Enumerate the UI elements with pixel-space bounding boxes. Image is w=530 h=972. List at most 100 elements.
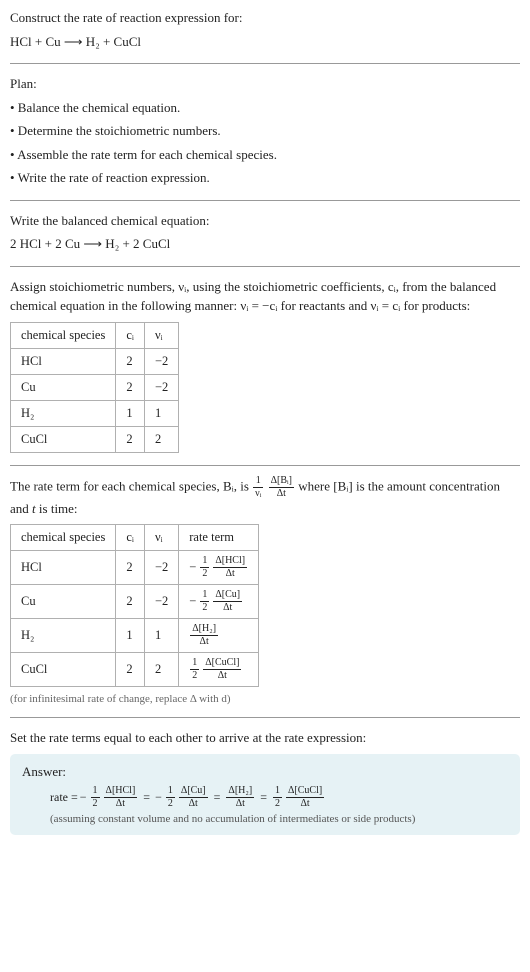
cell-ci: 2	[116, 374, 145, 400]
cell-ci: 2	[116, 653, 145, 687]
delta-frac: Δ[HCl] Δt	[104, 786, 138, 809]
frac-num: 1	[200, 590, 209, 602]
frac-num: Δ[Bᵢ]	[269, 476, 294, 488]
cell-species: CuCl	[11, 653, 116, 687]
frac-den: Δt	[286, 798, 324, 809]
frac-den: 2	[200, 568, 209, 579]
cell-vi: 1	[144, 619, 178, 653]
table-row: H₂ 1 1 Δ[H₂] Δt	[11, 619, 259, 653]
delta-frac: Δ[Cu] Δt	[213, 590, 242, 613]
col-ci: cᵢ	[116, 322, 145, 348]
frac-num: Δ[H₂]	[190, 624, 218, 636]
delta-frac: Δ[HCl] Δt	[213, 556, 247, 579]
frac-den: Δt	[269, 488, 294, 499]
header-section: Construct the rate of reaction expressio…	[10, 8, 520, 51]
frac-num: 1	[190, 658, 199, 670]
divider	[10, 200, 520, 201]
table-row: HCl 2 −2	[11, 348, 179, 374]
delta-frac: Δ[H₂] Δt	[190, 624, 218, 647]
cell-vi: −2	[144, 551, 178, 585]
cell-rateterm: 1 2 Δ[CuCl] Δt	[179, 653, 259, 687]
final-section: Set the rate terms equal to each other t…	[10, 728, 520, 835]
cell-ci: 2	[116, 426, 145, 452]
frac-num: Δ[HCl]	[213, 556, 247, 568]
coef-frac: 1 2	[200, 590, 209, 613]
plan-item: • Write the rate of reaction expression.	[10, 168, 520, 188]
table-header-row: chemical species cᵢ νᵢ rate term	[11, 525, 259, 551]
stoich-section: Assign stoichiometric numbers, νᵢ, using…	[10, 277, 520, 453]
plan-item: • Assemble the rate term for each chemic…	[10, 145, 520, 165]
coef-frac: 1 2	[200, 556, 209, 579]
frac-den: Δt	[213, 602, 242, 613]
table-row: HCl 2 −2 − 1 2 Δ[HCl] Δt	[11, 551, 259, 585]
answer-label: Answer:	[22, 764, 508, 780]
table-row: H₂ 1 1	[11, 400, 179, 426]
balanced-equation: 2 HCl + 2 Cu ⟶ H₂ + 2 CuCl	[10, 234, 520, 254]
rateterm-intro: The rate term for each chemical species,…	[10, 476, 520, 519]
rateterm-footnote: (for infinitesimal rate of change, repla…	[10, 693, 520, 705]
cell-vi: −2	[144, 585, 178, 619]
frac-num: 1	[200, 556, 209, 568]
plan-section: Plan: • Balance the chemical equation. •…	[10, 74, 520, 188]
divider	[10, 63, 520, 64]
coef-frac: 1 2	[190, 658, 199, 681]
col-vi: νᵢ	[144, 322, 178, 348]
answer-note: (assuming constant volume and no accumul…	[22, 813, 508, 825]
frac-den: Δt	[203, 670, 241, 681]
frac-num: Δ[CuCl]	[286, 786, 324, 798]
rateterm-table: chemical species cᵢ νᵢ rate term HCl 2 −…	[10, 524, 259, 687]
balanced-section: Write the balanced chemical equation: 2 …	[10, 211, 520, 254]
divider	[10, 717, 520, 718]
cell-rateterm: Δ[H₂] Δt	[179, 619, 259, 653]
frac-num: 1	[166, 786, 175, 798]
cell-species: HCl	[11, 551, 116, 585]
cell-ci: 1	[116, 619, 145, 653]
frac-den: Δt	[226, 798, 254, 809]
stoich-intro: Assign stoichiometric numbers, νᵢ, using…	[10, 277, 520, 316]
cell-rateterm: − 1 2 Δ[HCl] Δt	[179, 551, 259, 585]
answer-expression: rate = − 1 2 Δ[HCl] Δt = − 1 2 Δ[Cu] Δt …	[22, 786, 508, 809]
stoich-table: chemical species cᵢ νᵢ HCl 2 −2 Cu 2 −2 …	[10, 322, 179, 453]
frac-den: Δt	[104, 798, 138, 809]
cell-ci: 1	[116, 400, 145, 426]
negative-sign: −	[189, 560, 196, 575]
table-row: Cu 2 −2	[11, 374, 179, 400]
cell-rateterm: − 1 2 Δ[Cu] Δt	[179, 585, 259, 619]
cell-species: HCl	[11, 348, 116, 374]
intro-pre: The rate term for each chemical species,…	[10, 478, 252, 493]
frac-den: 2	[190, 670, 199, 681]
frac-num: 1	[253, 476, 263, 488]
cell-vi: 1	[144, 400, 178, 426]
table-row: CuCl 2 2 1 2 Δ[CuCl] Δt	[11, 653, 259, 687]
frac-num: Δ[HCl]	[104, 786, 138, 798]
balanced-title: Write the balanced chemical equation:	[10, 211, 520, 231]
final-title: Set the rate terms equal to each other t…	[10, 728, 520, 748]
cell-species: Cu	[11, 374, 116, 400]
intro-t: t	[32, 501, 36, 516]
intro-post: is time:	[39, 501, 78, 516]
frac-den: 2	[91, 798, 100, 809]
frac-den: Δt	[213, 568, 247, 579]
cell-vi: 2	[144, 653, 178, 687]
cell-vi: −2	[144, 374, 178, 400]
cell-ci: 2	[116, 585, 145, 619]
equals-sign: =	[214, 790, 221, 805]
col-species: chemical species	[11, 322, 116, 348]
coef-frac: 1 2	[91, 786, 100, 809]
frac-den: 2	[273, 798, 282, 809]
plan-item: • Determine the stoichiometric numbers.	[10, 121, 520, 141]
prompt-text: Construct the rate of reaction expressio…	[10, 8, 520, 28]
frac-num: 1	[91, 786, 100, 798]
coef-frac: 1 2	[273, 786, 282, 809]
coef-frac: 1 2	[166, 786, 175, 809]
cell-vi: 2	[144, 426, 178, 452]
frac-den: νᵢ	[253, 488, 263, 499]
cell-species: H₂	[11, 400, 116, 426]
rateterm-section: The rate term for each chemical species,…	[10, 476, 520, 706]
cell-ci: 2	[116, 551, 145, 585]
col-vi: νᵢ	[144, 525, 178, 551]
negative-sign: −	[155, 790, 162, 805]
cell-ci: 2	[116, 348, 145, 374]
frac-num: 1	[273, 786, 282, 798]
col-ci: cᵢ	[116, 525, 145, 551]
